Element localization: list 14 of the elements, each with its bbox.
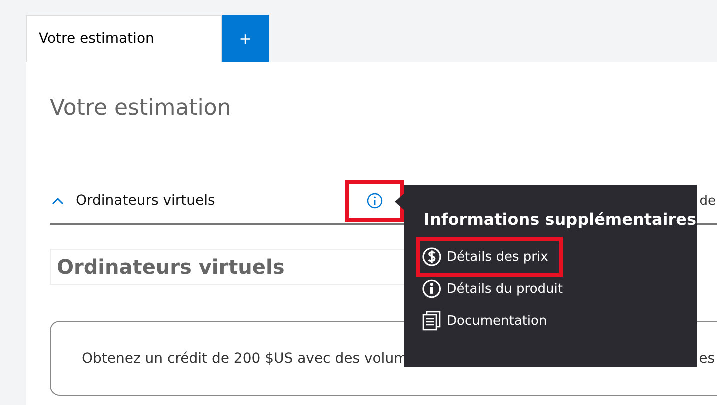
accordion-label[interactable]: Ordinateurs virtuels <box>76 193 216 209</box>
dollar-icon <box>422 247 442 267</box>
info-icon[interactable] <box>366 193 383 209</box>
popup-link[interactable]: Documentation <box>416 305 563 337</box>
popup-title: Informations supplémentaires <box>424 210 697 229</box>
info-icon <box>422 279 442 299</box>
add-tab-button[interactable]: + <box>222 15 269 62</box>
tab[interactable]: Votre estimation <box>26 15 222 62</box>
banner-text: es <box>699 350 715 366</box>
chevron-icon[interactable] <box>52 197 64 205</box>
column-header: de <box>700 194 716 208</box>
document-icon <box>422 311 442 331</box>
popup-link[interactable]: Détails des prix <box>416 237 563 277</box>
page-title: Votre estimation <box>50 95 232 123</box>
